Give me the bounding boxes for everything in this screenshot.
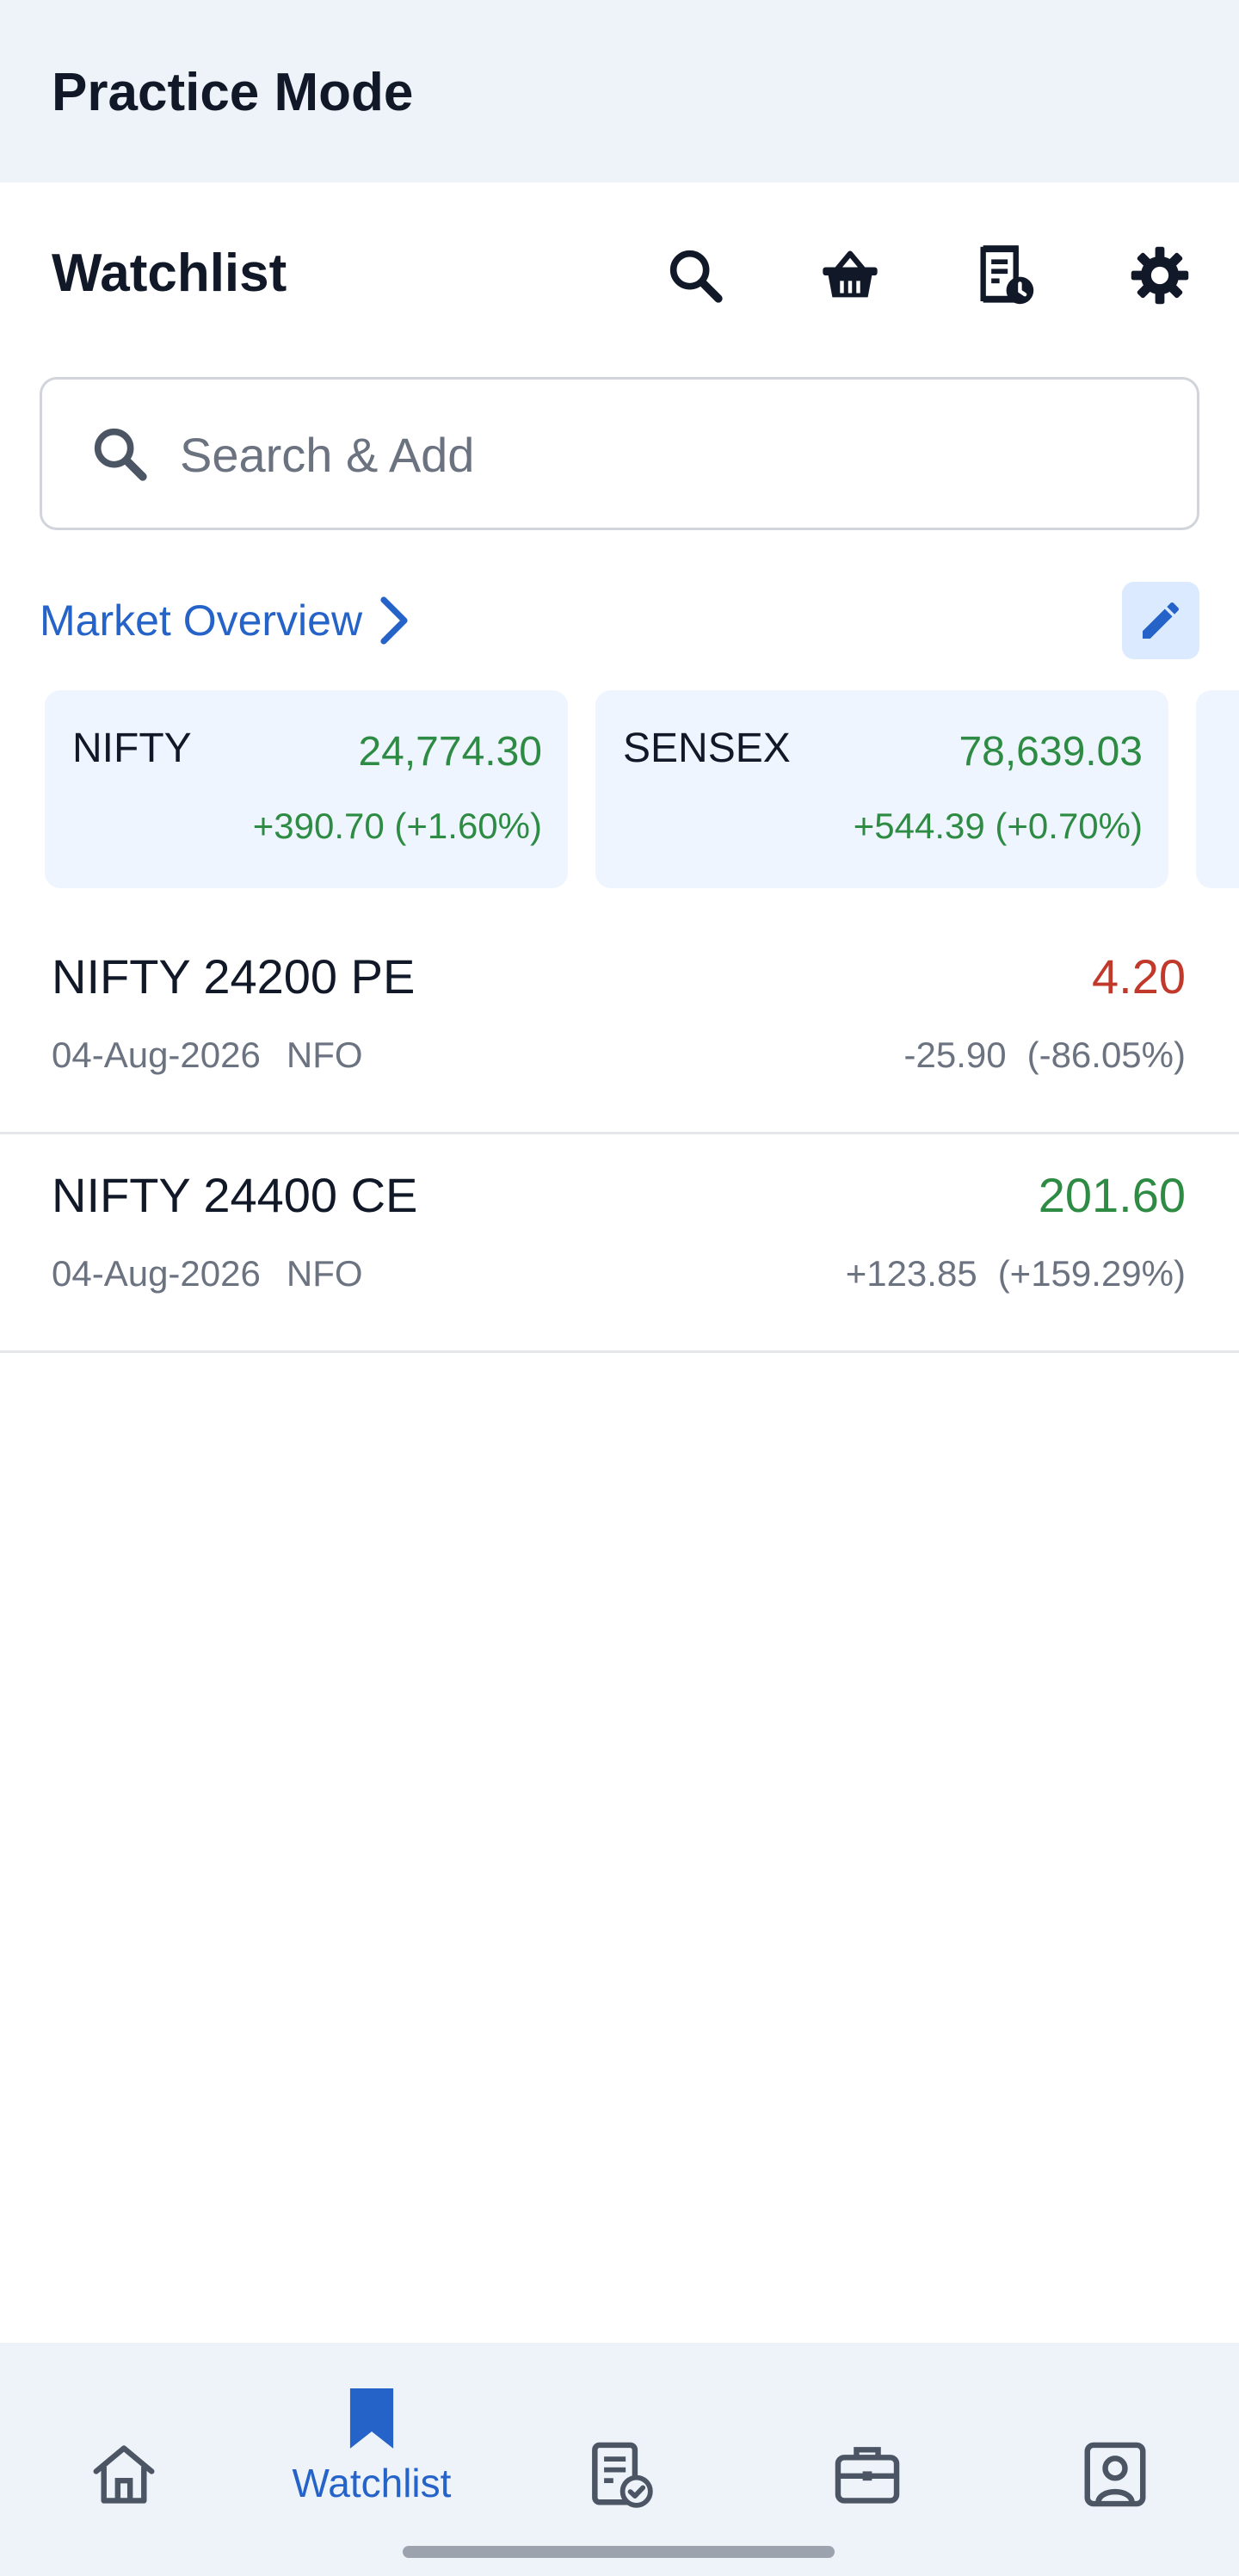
instrument-symbol: NIFTY 24200 PE <box>52 949 416 1004</box>
home-indicator <box>403 2546 835 2558</box>
nav-profile[interactable] <box>991 2343 1239 2576</box>
page-title: Watchlist <box>52 244 287 303</box>
instrument-meta: 04-Aug-2026 NFO <box>52 1253 363 1294</box>
change-value: +123.85 <box>845 1253 977 1294</box>
index-name: NIFTY <box>72 726 192 771</box>
search-icon <box>94 428 147 481</box>
index-value: 78,639.03 <box>959 729 1143 775</box>
price-change: -25.90 (-86.05%) <box>904 1035 1187 1076</box>
change-value: -25.90 <box>903 1035 1007 1075</box>
change-percent: (+159.29%) <box>997 1253 1186 1294</box>
price-change: +123.85 (+159.29%) <box>846 1253 1186 1294</box>
search-input[interactable] <box>180 405 1169 503</box>
nav-home[interactable] <box>0 2343 248 2576</box>
market-index-carousel[interactable]: NIFTY 24,774.30 +390.70 (+1.60%) SENSEX … <box>0 690 1239 888</box>
bookmark-icon <box>349 2388 394 2449</box>
market-overview-link[interactable]: Market Overview <box>40 592 414 649</box>
last-price: 201.60 <box>1038 1168 1186 1222</box>
index-change: +390.70 (+1.60%) <box>252 806 542 846</box>
gear-icon[interactable] <box>1124 239 1196 312</box>
watchlist-row[interactable]: NIFTY 24200 PE 04-Aug-2026 NFO 4.20 -25.9… <box>0 916 1239 1134</box>
nav-watchlist-label: Watchlist <box>292 2461 452 2505</box>
profile-icon <box>1084 2442 1146 2507</box>
nav-watchlist[interactable]: Watchlist <box>248 2343 496 2576</box>
expiry-date: 04-Aug-2026 <box>52 1035 261 1075</box>
briefcase-icon <box>835 2447 900 2504</box>
app-root: Practice Mode Watchlist Market Overview … <box>0 0 1239 2576</box>
index-name: SENSEX <box>623 726 791 771</box>
practice-mode-bar: Practice Mode <box>0 0 1239 182</box>
edit-button[interactable] <box>1122 582 1199 659</box>
exchange: NFO <box>286 1253 363 1294</box>
index-change: +544.39 (+0.70%) <box>853 806 1143 846</box>
chevron-right-icon <box>380 596 408 645</box>
home-icon <box>93 2445 155 2504</box>
index-value: 24,774.30 <box>358 729 542 775</box>
expiry-date: 04-Aug-2026 <box>52 1253 261 1294</box>
nav-portfolio[interactable] <box>743 2343 991 2576</box>
orders-icon <box>592 2442 653 2508</box>
instrument-meta: 04-Aug-2026 NFO <box>52 1035 363 1076</box>
index-card-sensex[interactable]: SENSEX 78,639.03 +544.39 (+0.70%) <box>595 690 1168 888</box>
mode-title: Practice Mode <box>52 63 414 122</box>
change-percent: (-86.05%) <box>1026 1035 1186 1075</box>
instrument-symbol: NIFTY 24400 CE <box>52 1168 418 1222</box>
last-price: 4.20 <box>1092 949 1186 1004</box>
search-box[interactable] <box>40 377 1199 530</box>
index-card-partial[interactable] <box>1196 690 1239 888</box>
pencil-icon <box>1143 602 1180 639</box>
exchange: NFO <box>286 1035 363 1075</box>
watchlist-header: Watchlist <box>0 182 1239 368</box>
market-overview-label: Market Overview <box>40 596 363 645</box>
watchlist-row[interactable]: NIFTY 24400 CE 04-Aug-2026 NFO 201.60 +12… <box>0 1134 1239 1353</box>
search-icon[interactable] <box>659 239 731 312</box>
basket-icon[interactable] <box>814 239 886 312</box>
bottom-nav: Watchlist <box>0 2343 1239 2576</box>
order-history-icon[interactable] <box>969 239 1041 312</box>
nav-orders[interactable] <box>496 2343 743 2576</box>
index-card-nifty[interactable]: NIFTY 24,774.30 +390.70 (+1.60%) <box>45 690 568 888</box>
